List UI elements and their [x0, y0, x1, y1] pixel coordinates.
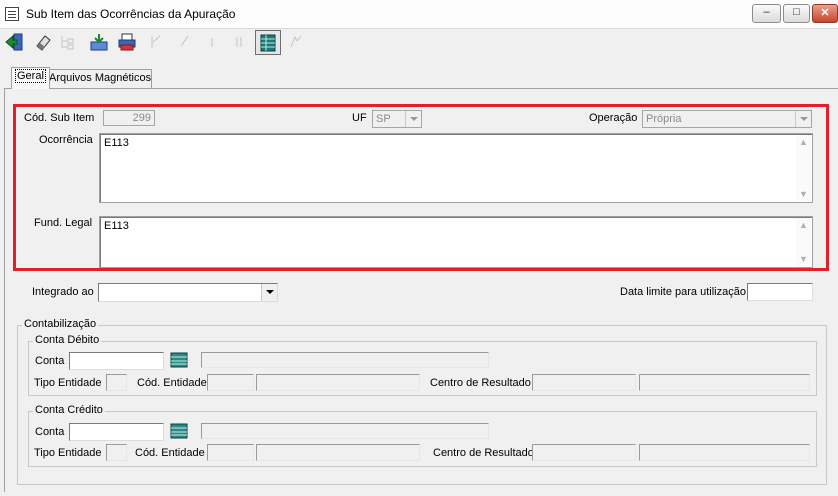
conta-debito-input[interactable] [69, 352, 164, 370]
last-icon [236, 37, 242, 47]
conta-credito-lookup-button[interactable] [170, 423, 188, 439]
cod-sub-item-field[interactable]: 299 [103, 110, 155, 126]
clear-button[interactable] [31, 30, 55, 54]
lookup-icon [170, 423, 188, 439]
ocorrencia-label: Ocorrência [39, 134, 93, 146]
last-record-button[interactable] [227, 30, 251, 54]
cod-entidade-credito-label: Cód. Entidade [135, 447, 205, 459]
entidade-credito-description [256, 444, 420, 461]
entidade-debito-description [256, 374, 420, 391]
minimize-icon: – [763, 6, 770, 18]
close-icon: ✕ [820, 7, 830, 19]
prev-icon [180, 35, 189, 47]
fund-legal-label: Fund. Legal [34, 217, 93, 229]
conta-debito-legend: Conta Débito [33, 334, 102, 346]
conta-credito-label: Conta [35, 426, 65, 438]
next-icon [211, 38, 213, 47]
tab-geral-label: Geral [15, 69, 46, 83]
scroll-up-icon: ▲ [799, 137, 808, 147]
cod-entidade-debito-field [207, 374, 254, 391]
operacao-select[interactable]: Própria [642, 110, 812, 128]
centro-resultado-debito-field [532, 374, 636, 391]
tab-geral[interactable]: Geral [11, 67, 50, 89]
tipo-entidade-debito-label: Tipo Entidade [34, 377, 102, 389]
data-limite-label: Data limite para utilização: [620, 286, 750, 298]
chevron-down-icon [795, 111, 811, 127]
centro-resultado-credito-description [639, 444, 810, 461]
grid-button[interactable] [255, 30, 281, 55]
chevron-down-icon [405, 111, 421, 127]
maximize-icon: □ [793, 6, 800, 18]
data-limite-input[interactable] [747, 283, 813, 301]
integrado-label: Integrado ao [32, 286, 94, 298]
ocorrencia-scrollbar[interactable]: ▲ ▼ [796, 135, 811, 201]
fund-legal-textarea[interactable]: E113 ▲ ▼ [99, 216, 813, 268]
print-button[interactable] [115, 30, 139, 54]
scroll-down-icon: ▼ [799, 254, 808, 264]
uf-label: UF [352, 112, 367, 124]
conta-credito-description [201, 423, 489, 439]
refresh-button[interactable] [284, 30, 308, 54]
tree-icon [61, 36, 74, 50]
integrado-select[interactable] [98, 283, 278, 302]
scroll-up-icon: ▲ [799, 220, 808, 230]
eraser-icon [36, 35, 51, 51]
print-icon [118, 33, 136, 51]
ocorrencia-value: E113 [104, 137, 129, 149]
next-record-button[interactable] [200, 30, 224, 54]
conta-credito-legend: Conta Crédito [33, 404, 105, 416]
operacao-value: Própria [646, 113, 682, 125]
chevron-down-icon [261, 284, 277, 301]
fund-legal-value: E113 [104, 220, 129, 232]
centro-resultado-credito-label: Centro de Resultado [433, 447, 534, 459]
refresh-icon [290, 35, 302, 48]
previous-record-button[interactable] [172, 30, 196, 54]
fund-legal-scrollbar[interactable]: ▲ ▼ [796, 218, 811, 266]
centro-resultado-debito-description [639, 374, 810, 391]
scroll-down-icon: ▼ [799, 189, 808, 199]
uf-select[interactable]: SP [372, 110, 422, 128]
conta-debito-description [201, 352, 489, 368]
tab-arquivos-label: Arquivos Magnéticos [49, 72, 152, 84]
centro-resultado-credito-field [532, 444, 636, 461]
cod-entidade-debito-label: Cód. Entidade [137, 377, 207, 389]
maximize-button[interactable]: □ [783, 4, 810, 23]
window-title: Sub Item das Ocorrências da Apuração [26, 7, 236, 21]
tipo-entidade-credito-label: Tipo Entidade [34, 447, 102, 459]
grid-icon [260, 34, 276, 52]
exit-button[interactable] [3, 30, 27, 54]
first-record-button[interactable] [144, 30, 168, 54]
save-icon [90, 34, 108, 51]
exit-icon [5, 33, 23, 51]
tipo-entidade-credito-field [106, 444, 127, 461]
close-button[interactable]: ✕ [812, 4, 838, 23]
conta-debito-lookup-button[interactable] [170, 352, 188, 368]
save-button[interactable] [87, 30, 111, 54]
minimize-button[interactable]: – [752, 4, 781, 23]
cod-sub-item-label: Cód. Sub Item [24, 112, 95, 124]
lookup-icon [170, 352, 188, 368]
centro-resultado-debito-label: Centro de Resultado [430, 377, 531, 389]
uf-value: SP [376, 113, 391, 125]
contabilizacao-legend: Contabilização [22, 318, 99, 330]
conta-credito-input[interactable] [69, 423, 164, 441]
tab-arquivos-magneticos[interactable]: Arquivos Magnéticos [45, 69, 152, 88]
tree-button[interactable] [57, 30, 81, 54]
first-icon [151, 35, 161, 48]
cod-entidade-credito-field [207, 444, 254, 461]
app-window-icon[interactable] [5, 7, 19, 21]
conta-debito-label: Conta [35, 355, 65, 367]
tipo-entidade-debito-field [106, 374, 127, 391]
operacao-label: Operação [589, 112, 638, 124]
ocorrencia-textarea[interactable]: E113 ▲ ▼ [99, 133, 813, 203]
